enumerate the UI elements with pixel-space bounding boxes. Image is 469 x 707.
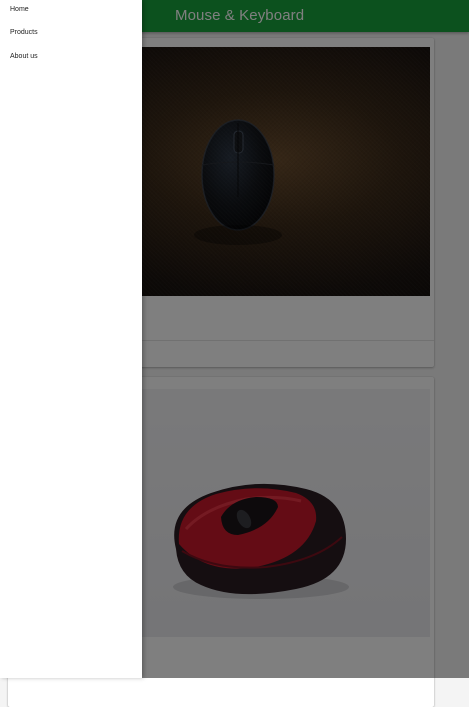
- drawer-item-about-us[interactable]: About us: [0, 47, 142, 71]
- drawer-item-products[interactable]: Products: [0, 23, 142, 47]
- drawer-item-label: Products: [10, 29, 38, 36]
- drawer-item-label: About us: [10, 53, 38, 60]
- navigation-drawer: Home Products About us: [0, 0, 142, 678]
- drawer-item-home[interactable]: Home: [0, 0, 142, 24]
- drawer-item-label: Home: [10, 6, 29, 13]
